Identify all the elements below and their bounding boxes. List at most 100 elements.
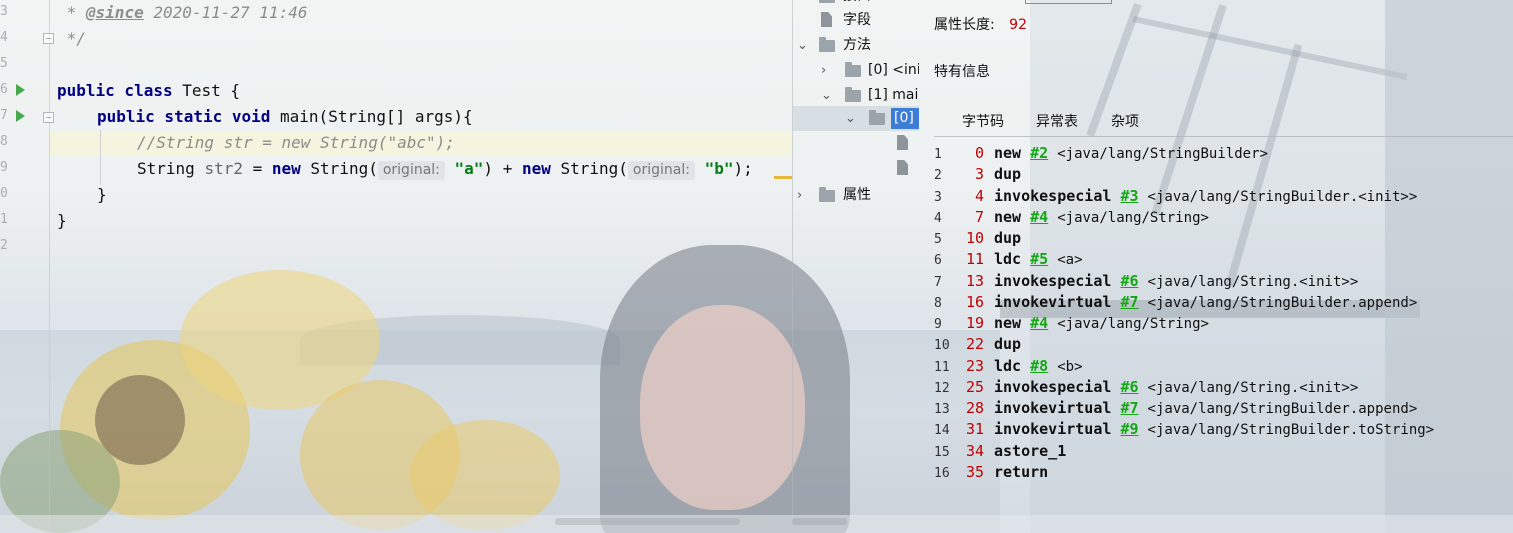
tree-item-attributes[interactable]: › 属性 bbox=[793, 183, 919, 208]
bytecode-line-number: 15 bbox=[934, 444, 950, 460]
code-line-comment-end: */ bbox=[57, 29, 86, 48]
bytecode-offset: 7 bbox=[974, 207, 984, 226]
bytecode-opcode: dup bbox=[994, 229, 1022, 247]
code-line-main: public static void main(String[] args){ bbox=[97, 107, 473, 126]
bytecode-offset: 0 bbox=[974, 144, 984, 162]
bytecode-line-number: 13 bbox=[934, 402, 950, 417]
bytecode-line[interactable]: 15 34 astore_1 bbox=[934, 441, 1066, 462]
bytecode-offset: 25 bbox=[965, 377, 984, 396]
folder-icon bbox=[845, 87, 861, 102]
bytecode-line-number: 1 bbox=[934, 147, 942, 162]
chevron-down-icon[interactable]: ⌄ bbox=[845, 106, 856, 131]
run-arrow-icon[interactable] bbox=[16, 110, 25, 122]
constant-pool-link[interactable]: #7 bbox=[1120, 293, 1138, 311]
code-line-since: * @since 2020-11-27 11:46 bbox=[57, 3, 308, 22]
tree-item-method-1[interactable]: ⌄ [1] mai bbox=[793, 83, 919, 108]
bytecode-line[interactable]: 6 11 ldc #5 <a> bbox=[934, 249, 1083, 270]
bytecode-line[interactable]: 9 19 new #4 <java/lang/String> bbox=[934, 313, 1209, 334]
line-number: 8 bbox=[0, 134, 8, 149]
code-line-brace: } bbox=[97, 185, 107, 204]
chevron-down-icon[interactable]: ⌄ bbox=[821, 83, 832, 108]
warning-marker bbox=[774, 176, 792, 179]
bytecode-opcode: ldc bbox=[994, 250, 1022, 269]
bytecode-line[interactable]: 8 16 invokevirtual #7 <java/lang/StringBui… bbox=[934, 292, 1417, 313]
tree-item-method-0[interactable]: › [0] <ini bbox=[793, 58, 919, 83]
bytecode-offset: 10 bbox=[965, 229, 984, 247]
bytecode-opcode: invokevirtual bbox=[994, 292, 1112, 311]
bytecode-opcode: invokespecial bbox=[994, 186, 1112, 205]
attr-length-value: 92 bbox=[1009, 17, 1027, 33]
folder-icon bbox=[819, 0, 835, 3]
constant-pool-link[interactable]: #6 bbox=[1120, 378, 1138, 396]
line-number: 5 bbox=[0, 56, 8, 71]
tab-misc[interactable]: 杂项 bbox=[1111, 108, 1139, 136]
line-number: 0 bbox=[0, 186, 8, 201]
horizontal-scrollbar[interactable] bbox=[0, 515, 1513, 533]
bytecode-line[interactable]: 13 28 invokevirtual #7 <java/lang/StringBu… bbox=[934, 398, 1417, 419]
bytecode-line-number: 10 bbox=[934, 338, 950, 354]
specific-info-label: 特有信息 bbox=[934, 64, 990, 80]
tab-bytecode[interactable]: 字节码 bbox=[962, 108, 1004, 136]
constant-pool-link[interactable]: #8 bbox=[1030, 357, 1048, 375]
bytecode-line[interactable]: 3 4 invokespecial #3 <java/lang/StringBuil… bbox=[934, 186, 1417, 207]
tree-item-code-attr[interactable]: ⌄ [0] < bbox=[793, 106, 919, 131]
run-arrow-icon[interactable] bbox=[16, 84, 25, 96]
chevron-right-icon[interactable]: › bbox=[797, 183, 802, 208]
folder-icon bbox=[869, 110, 885, 125]
constant-pool-link[interactable]: #7 bbox=[1120, 399, 1138, 417]
constant-pool-link[interactable]: #4 bbox=[1030, 208, 1048, 226]
indent-guide bbox=[100, 130, 101, 185]
bytecode-line[interactable]: 7 13 invokespecial #6 <java/lang/String.<i… bbox=[934, 271, 1358, 292]
constant-pool-link[interactable]: #6 bbox=[1120, 272, 1138, 290]
bytecode-opcode: invokevirtual bbox=[994, 420, 1112, 439]
tab-bar-divider bbox=[934, 136, 1513, 137]
field-highlight bbox=[1025, 0, 1112, 4]
bytecode-line-number: 5 bbox=[934, 232, 942, 247]
constant-pool-link[interactable]: #9 bbox=[1120, 420, 1138, 438]
scrollbar-thumb[interactable] bbox=[555, 518, 740, 525]
folder-icon bbox=[819, 187, 835, 202]
bytecode-line-number: 4 bbox=[934, 210, 942, 226]
constant-pool-link[interactable]: #3 bbox=[1120, 187, 1138, 205]
bytecode-line[interactable]: 1 0 new #2 <java/lang/StringBuilder> bbox=[934, 143, 1268, 164]
chevron-right-icon[interactable]: › bbox=[821, 58, 826, 83]
tree-item-leaf[interactable] bbox=[793, 131, 919, 156]
folder-icon bbox=[819, 37, 835, 52]
bytecode-line[interactable]: 10 22 dup bbox=[934, 334, 1021, 355]
constant-pool-link[interactable]: #4 bbox=[1030, 314, 1048, 332]
bytecode-comment: <java/lang/StringBuilder> bbox=[1057, 146, 1268, 162]
bytecode-line-number: 7 bbox=[934, 274, 942, 290]
bytecode-offset: 31 bbox=[965, 420, 984, 439]
bytecode-line[interactable]: 5 10 dup bbox=[934, 228, 1021, 249]
code-line-commented: //String str = new String("abc"); bbox=[137, 133, 455, 152]
bytecode-line[interactable]: 12 25 invokespecial #6 <java/lang/String.<… bbox=[934, 377, 1358, 398]
bytecode-line-number: 16 bbox=[934, 465, 950, 481]
class-structure-tree[interactable]: 接口 字段 ⌄ 方法 › [0] <ini ⌄ [1] mai ⌄ [0] < … bbox=[792, 0, 919, 515]
bytecode-offset: 19 bbox=[965, 314, 984, 332]
bytecode-comment: <java/lang/String> bbox=[1057, 209, 1209, 226]
bytecode-opcode: invokespecial bbox=[994, 271, 1112, 290]
bytecode-line-number: 11 bbox=[934, 359, 950, 375]
bytecode-offset: 34 bbox=[965, 441, 984, 460]
tree-item-methods[interactable]: ⌄ 方法 bbox=[793, 33, 919, 58]
line-number: 6 bbox=[0, 82, 8, 97]
chevron-down-icon[interactable]: ⌄ bbox=[797, 33, 808, 58]
bytecode-line[interactable]: 14 31 invokevirtual #9 <java/lang/StringBu… bbox=[934, 419, 1434, 440]
bytecode-line[interactable]: 2 3 dup bbox=[934, 164, 1021, 185]
tree-item-fields[interactable]: 字段 bbox=[793, 8, 919, 33]
bytecode-line-number: 3 bbox=[934, 189, 942, 205]
bytecode-offset: 11 bbox=[965, 250, 984, 269]
code-editor[interactable]: 3 4 5 6 7 8 9 0 1 2 − − * @since 2020-11… bbox=[0, 0, 792, 533]
bytecode-line[interactable]: 4 7 new #4 <java/lang/String> bbox=[934, 207, 1209, 228]
line-number: 9 bbox=[0, 160, 8, 175]
constant-pool-link[interactable]: #2 bbox=[1030, 144, 1048, 162]
scrollbar-thumb[interactable] bbox=[792, 518, 847, 525]
fold-icon[interactable]: − bbox=[43, 112, 54, 123]
bytecode-line[interactable]: 11 23 ldc #8 <b> bbox=[934, 356, 1083, 377]
bytecode-line[interactable]: 16 35 return bbox=[934, 462, 1048, 483]
bytecode-opcode: astore_1 bbox=[994, 441, 1067, 460]
fold-icon[interactable]: − bbox=[43, 33, 54, 44]
tree-item-leaf[interactable] bbox=[793, 156, 919, 181]
constant-pool-link[interactable]: #5 bbox=[1030, 250, 1048, 268]
tab-exception-table[interactable]: 异常表 bbox=[1036, 108, 1078, 136]
